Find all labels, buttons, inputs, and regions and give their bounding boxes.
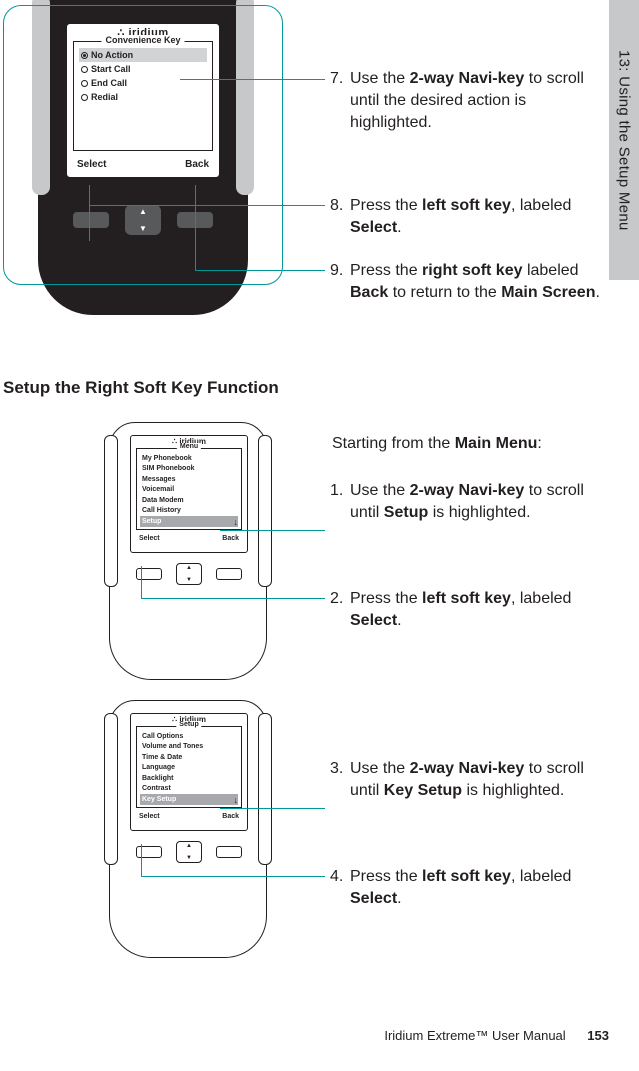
step-3: 3. Use the 2-way Navi-key to scroll unti… bbox=[350, 758, 600, 802]
footer-title: Iridium Extreme™ User Manual bbox=[384, 1028, 565, 1043]
navi-key[interactable]: ▲▼ bbox=[176, 563, 202, 585]
right-soft-key[interactable] bbox=[216, 568, 242, 580]
phone-figure-menu: ∴ iridium Menu My Phonebook SIM Phoneboo… bbox=[95, 440, 280, 670]
keypad-row: ▲▼ bbox=[136, 563, 242, 585]
menu-item-setup[interactable]: Setup bbox=[140, 516, 238, 527]
menu-title: Setup bbox=[176, 721, 201, 728]
softkey-labels: Select Back bbox=[139, 535, 239, 542]
menu-item[interactable]: My Phonebook bbox=[140, 453, 238, 464]
menu-frame: Setup Call Options Volume and Tones Time… bbox=[136, 726, 242, 808]
menu-item[interactable]: Volume and Tones bbox=[140, 742, 238, 753]
callout-line bbox=[195, 270, 325, 271]
callout-line bbox=[141, 598, 325, 599]
menu-item[interactable]: Data Modem bbox=[140, 495, 238, 506]
chapter-tab-label: 13: Using the Setup Menu bbox=[616, 50, 633, 231]
softkey-right-label: Back bbox=[222, 813, 239, 820]
left-soft-key[interactable] bbox=[136, 568, 162, 580]
menu-title: Menu bbox=[177, 443, 201, 450]
step-9: 9. Press the right soft key labeled Back… bbox=[350, 260, 610, 304]
callout-line bbox=[220, 808, 325, 809]
step-7: 7. Use the 2-way Navi-key to scroll unti… bbox=[350, 68, 600, 134]
page-number: 153 bbox=[587, 1028, 609, 1043]
menu-item[interactable]: Backlight bbox=[140, 773, 238, 784]
top-phone-figure: ∴ iridium Convenience Key No Action Star… bbox=[3, 5, 283, 285]
menu-list: My Phonebook SIM Phonebook Messages Voic… bbox=[137, 449, 241, 527]
phone-body: ∴ iridium Setup Call Options Volume and … bbox=[109, 700, 267, 958]
callout-frame bbox=[3, 5, 283, 285]
phone-figure-setup: ∴ iridium Setup Call Options Volume and … bbox=[95, 718, 280, 948]
step-2: 2. Press the left soft key, labeled Sele… bbox=[350, 588, 600, 632]
callout-line bbox=[195, 185, 196, 271]
callout-line bbox=[220, 530, 325, 531]
callout-line bbox=[141, 566, 142, 598]
keypad-row: ▲▼ bbox=[136, 841, 242, 863]
softkey-left-label: Select bbox=[139, 535, 160, 542]
chapter-tab: 13: Using the Setup Menu bbox=[609, 0, 639, 280]
callout-line bbox=[89, 205, 325, 206]
step-1: 1. Use the 2-way Navi-key to scroll unti… bbox=[350, 480, 600, 524]
menu-item[interactable]: Messages bbox=[140, 474, 238, 485]
intro-text: Starting from the Main Menu: bbox=[332, 433, 602, 455]
menu-item[interactable]: Voicemail bbox=[140, 485, 238, 496]
callout-line bbox=[89, 185, 90, 241]
menu-item[interactable]: Language bbox=[140, 763, 238, 774]
page: 13: Using the Setup Menu ∴ iridium Conve… bbox=[0, 0, 639, 1071]
left-soft-key[interactable] bbox=[136, 846, 162, 858]
phone-screen: ∴ iridium Menu My Phonebook SIM Phoneboo… bbox=[130, 435, 248, 553]
right-soft-key[interactable] bbox=[216, 846, 242, 858]
callout-line bbox=[141, 844, 142, 876]
menu-item-key-setup[interactable]: Key Setup bbox=[140, 794, 238, 805]
menu-frame: Menu My Phonebook SIM Phonebook Messages… bbox=[136, 448, 242, 530]
softkey-left-label: Select bbox=[139, 813, 160, 820]
callout-line bbox=[141, 876, 325, 877]
softkey-labels: Select Back bbox=[139, 813, 239, 820]
navi-key[interactable]: ▲▼ bbox=[176, 841, 202, 863]
menu-item[interactable]: Call History bbox=[140, 506, 238, 517]
menu-item[interactable]: Contrast bbox=[140, 784, 238, 795]
step-8: 8. Press the left soft key, labeled Sele… bbox=[350, 195, 600, 239]
section-heading: Setup the Right Soft Key Function bbox=[3, 378, 279, 398]
scroll-down-icon: ↓ bbox=[234, 796, 239, 805]
phone-body: ∴ iridium Menu My Phonebook SIM Phoneboo… bbox=[109, 422, 267, 680]
callout-line bbox=[180, 79, 325, 80]
menu-item[interactable]: SIM Phonebook bbox=[140, 464, 238, 475]
phone-screen: ∴ iridium Setup Call Options Volume and … bbox=[130, 713, 248, 831]
menu-list: Call Options Volume and Tones Time & Dat… bbox=[137, 727, 241, 805]
menu-item[interactable]: Time & Date bbox=[140, 752, 238, 763]
scroll-down-icon: ↓ bbox=[234, 518, 239, 527]
page-footer: Iridium Extreme™ User Manual 153 bbox=[384, 1028, 609, 1043]
menu-item[interactable]: Call Options bbox=[140, 731, 238, 742]
step-4: 4. Press the left soft key, labeled Sele… bbox=[350, 866, 600, 910]
softkey-right-label: Back bbox=[222, 535, 239, 542]
